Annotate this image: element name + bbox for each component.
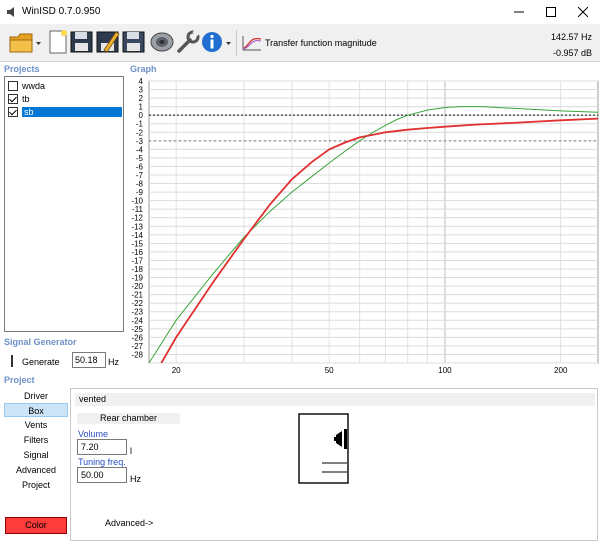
projects-heading: Projects <box>4 64 40 74</box>
save-as-icon <box>122 31 145 53</box>
toolbar-separator <box>236 30 237 56</box>
project-checkbox[interactable] <box>8 106 18 117</box>
nav-vents[interactable]: Vents <box>4 418 68 432</box>
nav-filters[interactable]: Filters <box>4 433 68 447</box>
info-button[interactable] <box>200 28 236 56</box>
x-tick-label: 50 <box>325 366 334 375</box>
volume-input[interactable]: 7.20 <box>77 439 127 455</box>
signal-frequency-unit: Hz <box>108 357 119 367</box>
generate-checkbox[interactable] <box>11 355 13 367</box>
box-diagram <box>298 413 349 484</box>
generate-label: Generate <box>22 357 60 367</box>
save-button[interactable] <box>68 28 96 56</box>
wrench-icon <box>177 28 201 53</box>
nav-advanced[interactable]: Advanced <box>4 463 68 477</box>
project-name: sb <box>22 106 122 117</box>
graph-type-button[interactable] <box>240 28 264 56</box>
open-folder-icon <box>9 33 41 53</box>
close-icon <box>578 7 588 17</box>
minimize-icon <box>514 11 524 13</box>
tuning-label: Tuning freq. <box>78 457 126 467</box>
project-item-tb[interactable]: tb <box>6 92 122 105</box>
tuning-unit: Hz <box>130 474 141 484</box>
project-checkbox[interactable] <box>8 80 18 91</box>
advanced-link[interactable]: Advanced-> <box>105 518 153 528</box>
nav-project[interactable]: Project <box>4 478 68 492</box>
graph-grid <box>148 80 599 364</box>
minimize-button[interactable] <box>502 0 536 24</box>
color-button[interactable]: Color <box>5 517 67 534</box>
project-item-sb[interactable]: sb <box>6 105 122 118</box>
open-button[interactable] <box>8 28 42 56</box>
close-button[interactable] <box>566 0 600 24</box>
window-title: WinISD 0.7.0.950 <box>22 6 101 17</box>
cursor-frequency-readout: 142.57 Hz <box>550 32 592 42</box>
save-icon <box>70 31 93 53</box>
signal-frequency-input[interactable]: 50.18 <box>72 352 106 368</box>
nav-signal[interactable]: Signal <box>4 448 68 462</box>
driver-button[interactable] <box>148 28 176 56</box>
graph-heading: Graph <box>130 64 157 74</box>
x-tick-label: 200 <box>554 366 568 375</box>
project-name: tb <box>22 93 30 104</box>
signal-generator-heading: Signal Generator <box>4 337 77 347</box>
edit-button[interactable] <box>94 28 122 56</box>
volume-label: Volume <box>78 429 109 439</box>
title-bar: WinISD 0.7.0.950 <box>0 0 600 24</box>
x-tick-label: 100 <box>438 366 452 375</box>
save-as-button[interactable] <box>120 28 148 56</box>
tools-button[interactable] <box>174 28 202 56</box>
graph-icon <box>242 36 262 51</box>
nav-box[interactable]: Box <box>4 403 68 417</box>
cursor-level-readout: -0.957 dB <box>552 48 592 58</box>
project-item-wwda[interactable]: wwda <box>6 79 122 92</box>
volume-unit: l <box>130 446 132 456</box>
graph-function-label[interactable]: Transfer function magnitude <box>265 38 377 48</box>
maximize-icon <box>546 7 556 17</box>
speaker-app-icon <box>7 7 14 17</box>
edit-icon <box>96 31 120 53</box>
driver-icon <box>150 32 174 52</box>
rear-chamber-header: Rear chamber <box>77 413 180 424</box>
x-tick-label: 20 <box>172 366 181 375</box>
box-type-selector[interactable]: vented <box>75 393 595 406</box>
y-axis-ticks: 43210-1-2-3-4-5-6-7-8-9-10-11-12-13-14-1… <box>131 77 143 359</box>
toolbar: Transfer function magnitude 142.57 Hz -0… <box>0 24 600 62</box>
response-graph[interactable]: 43210-1-2-3-4-5-6-7-8-9-10-11-12-13-14-1… <box>120 76 600 376</box>
x-axis-ticks: 20 50 100 200 <box>172 366 568 375</box>
info-icon <box>202 32 231 52</box>
tuning-input[interactable]: 50.00 <box>77 467 127 483</box>
project-heading: Project <box>4 375 35 385</box>
projects-list[interactable]: wwda tb sb <box>4 76 124 332</box>
project-name: wwda <box>22 80 46 91</box>
project-checkbox[interactable] <box>8 93 18 104</box>
y-tick-label: -28 <box>131 350 143 359</box>
maximize-button[interactable] <box>534 0 568 24</box>
nav-driver[interactable]: Driver <box>4 389 68 403</box>
